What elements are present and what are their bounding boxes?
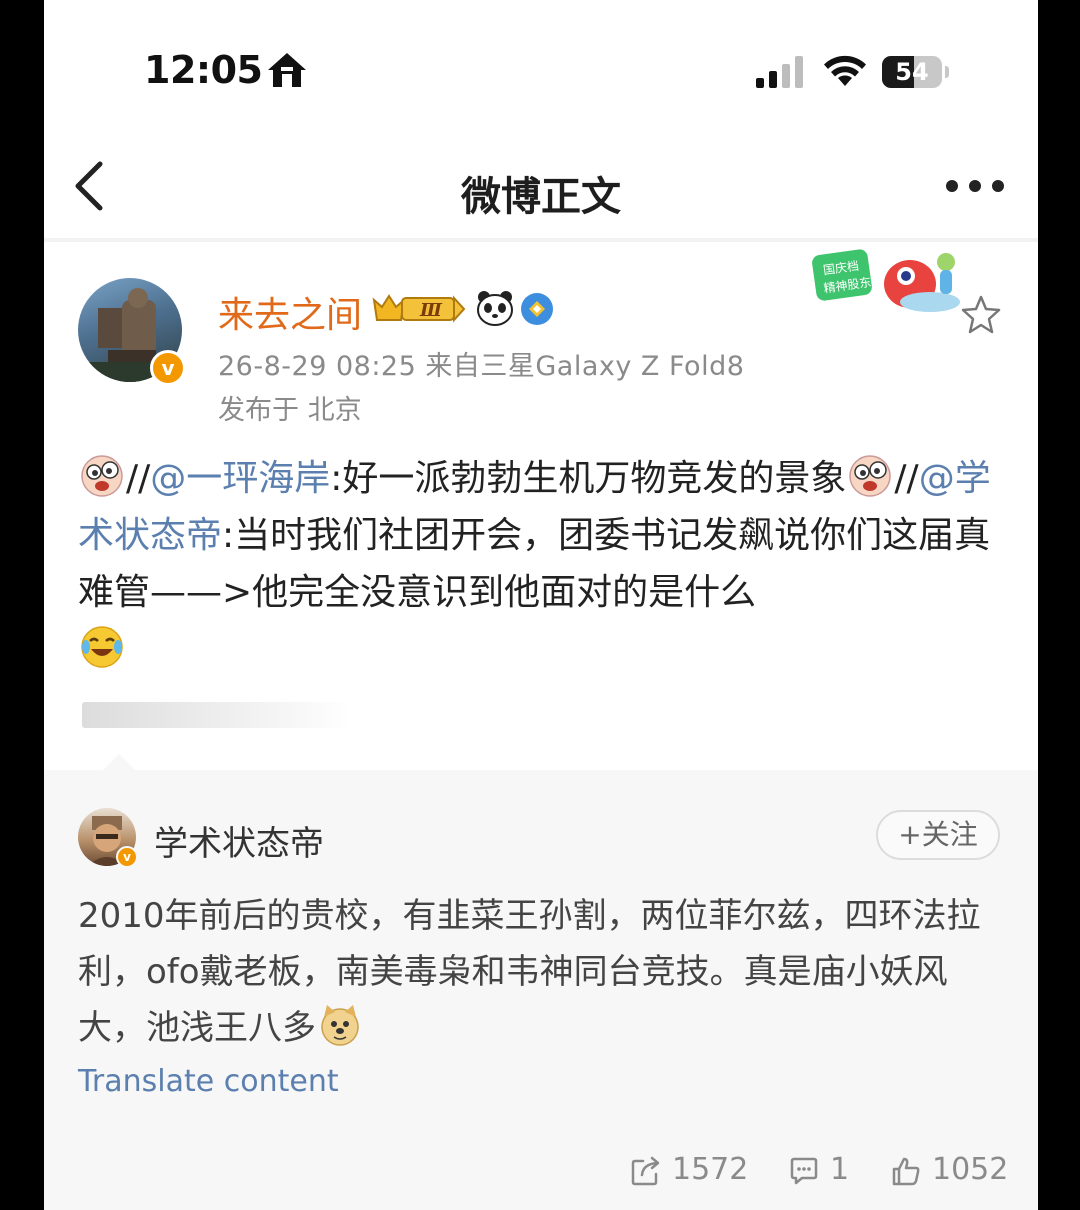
like-thumbs-up-icon (892, 1157, 920, 1186)
official-badge-icon (521, 293, 553, 325)
promo-sticker[interactable]: 国庆档 精神股东 (810, 244, 968, 320)
battery-indicator: 54 (882, 56, 942, 88)
level-badge-text: Ⅲ (419, 300, 443, 321)
battery-level: 54 (895, 58, 929, 86)
repost-action[interactable]: 1572 (630, 1152, 750, 1192)
post-location: 发布于 北京 (218, 395, 362, 426)
retweet-text: 2010年前后的贵校，有韭菜王孙割，两位菲尔兹，四环法拉利，ofo戴老板，南美毒… (78, 896, 981, 1048)
author-name[interactable]: 来去之间 (218, 286, 362, 338)
like-count: 1052 (932, 1152, 1009, 1187)
more-options-icon[interactable] (944, 178, 1006, 194)
retweet-card-notch (102, 754, 136, 771)
page-title: 微博正文 (461, 174, 621, 220)
wifi-icon (824, 55, 866, 86)
crazy-face-emoji-icon (849, 455, 892, 497)
comment-icon (790, 1157, 818, 1185)
verified-badge-icon: v (150, 350, 186, 386)
like-action[interactable]: 1052 (890, 1152, 1020, 1192)
post-text-1: // (126, 458, 151, 499)
retweet-body: 2010年前后的贵校，有韭菜王孙割，两位菲尔兹，四环法拉利，ofo戴老板，南美毒… (78, 888, 998, 1056)
crown-level-badge-icon: Ⅲ (372, 294, 466, 323)
faded-placeholder (82, 702, 352, 728)
cellular-signal-icon (756, 56, 803, 88)
retweet-verified-badge-icon: v (116, 846, 138, 868)
doge-emoji-icon (321, 1005, 359, 1046)
comment-action[interactable]: 1 (788, 1152, 868, 1192)
phone-screen: 12:05 54 微博正文 v 来去之间 Ⅲ 26-8-29 08:25 来自三… (44, 0, 1038, 1210)
battery-tip (945, 66, 949, 78)
post-timestamp-source: 26-8-29 08:25 来自三星Galaxy Z Fold8 (218, 351, 745, 382)
favorite-star-icon[interactable] (960, 294, 1002, 334)
panda-icon (477, 291, 513, 326)
comment-count: 1 (830, 1152, 850, 1187)
repost-icon (631, 1156, 660, 1186)
post-text-2: :好一派勃勃生机万物竞发的景象 (330, 458, 847, 499)
home-icon (268, 53, 306, 87)
follow-button[interactable]: +关注 (876, 810, 1000, 860)
nav-divider (44, 238, 1038, 242)
post-text-3: // (894, 458, 919, 499)
translate-content-link[interactable]: Translate content (78, 1064, 339, 1099)
repost-count: 1572 (672, 1152, 749, 1187)
mention-link-1[interactable]: @一玶海岸 (150, 458, 330, 499)
status-time: 12:05 (144, 48, 263, 92)
crazy-face-emoji-icon (81, 455, 123, 497)
laughing-tears-emoji-icon (81, 626, 123, 668)
retweet-author-name[interactable]: 学术状态帝 (154, 816, 324, 865)
post-body: //@一玶海岸:好一派勃勃生机万物竞发的景象 //@学术状态帝:当时我们社团开会… (78, 450, 1008, 678)
